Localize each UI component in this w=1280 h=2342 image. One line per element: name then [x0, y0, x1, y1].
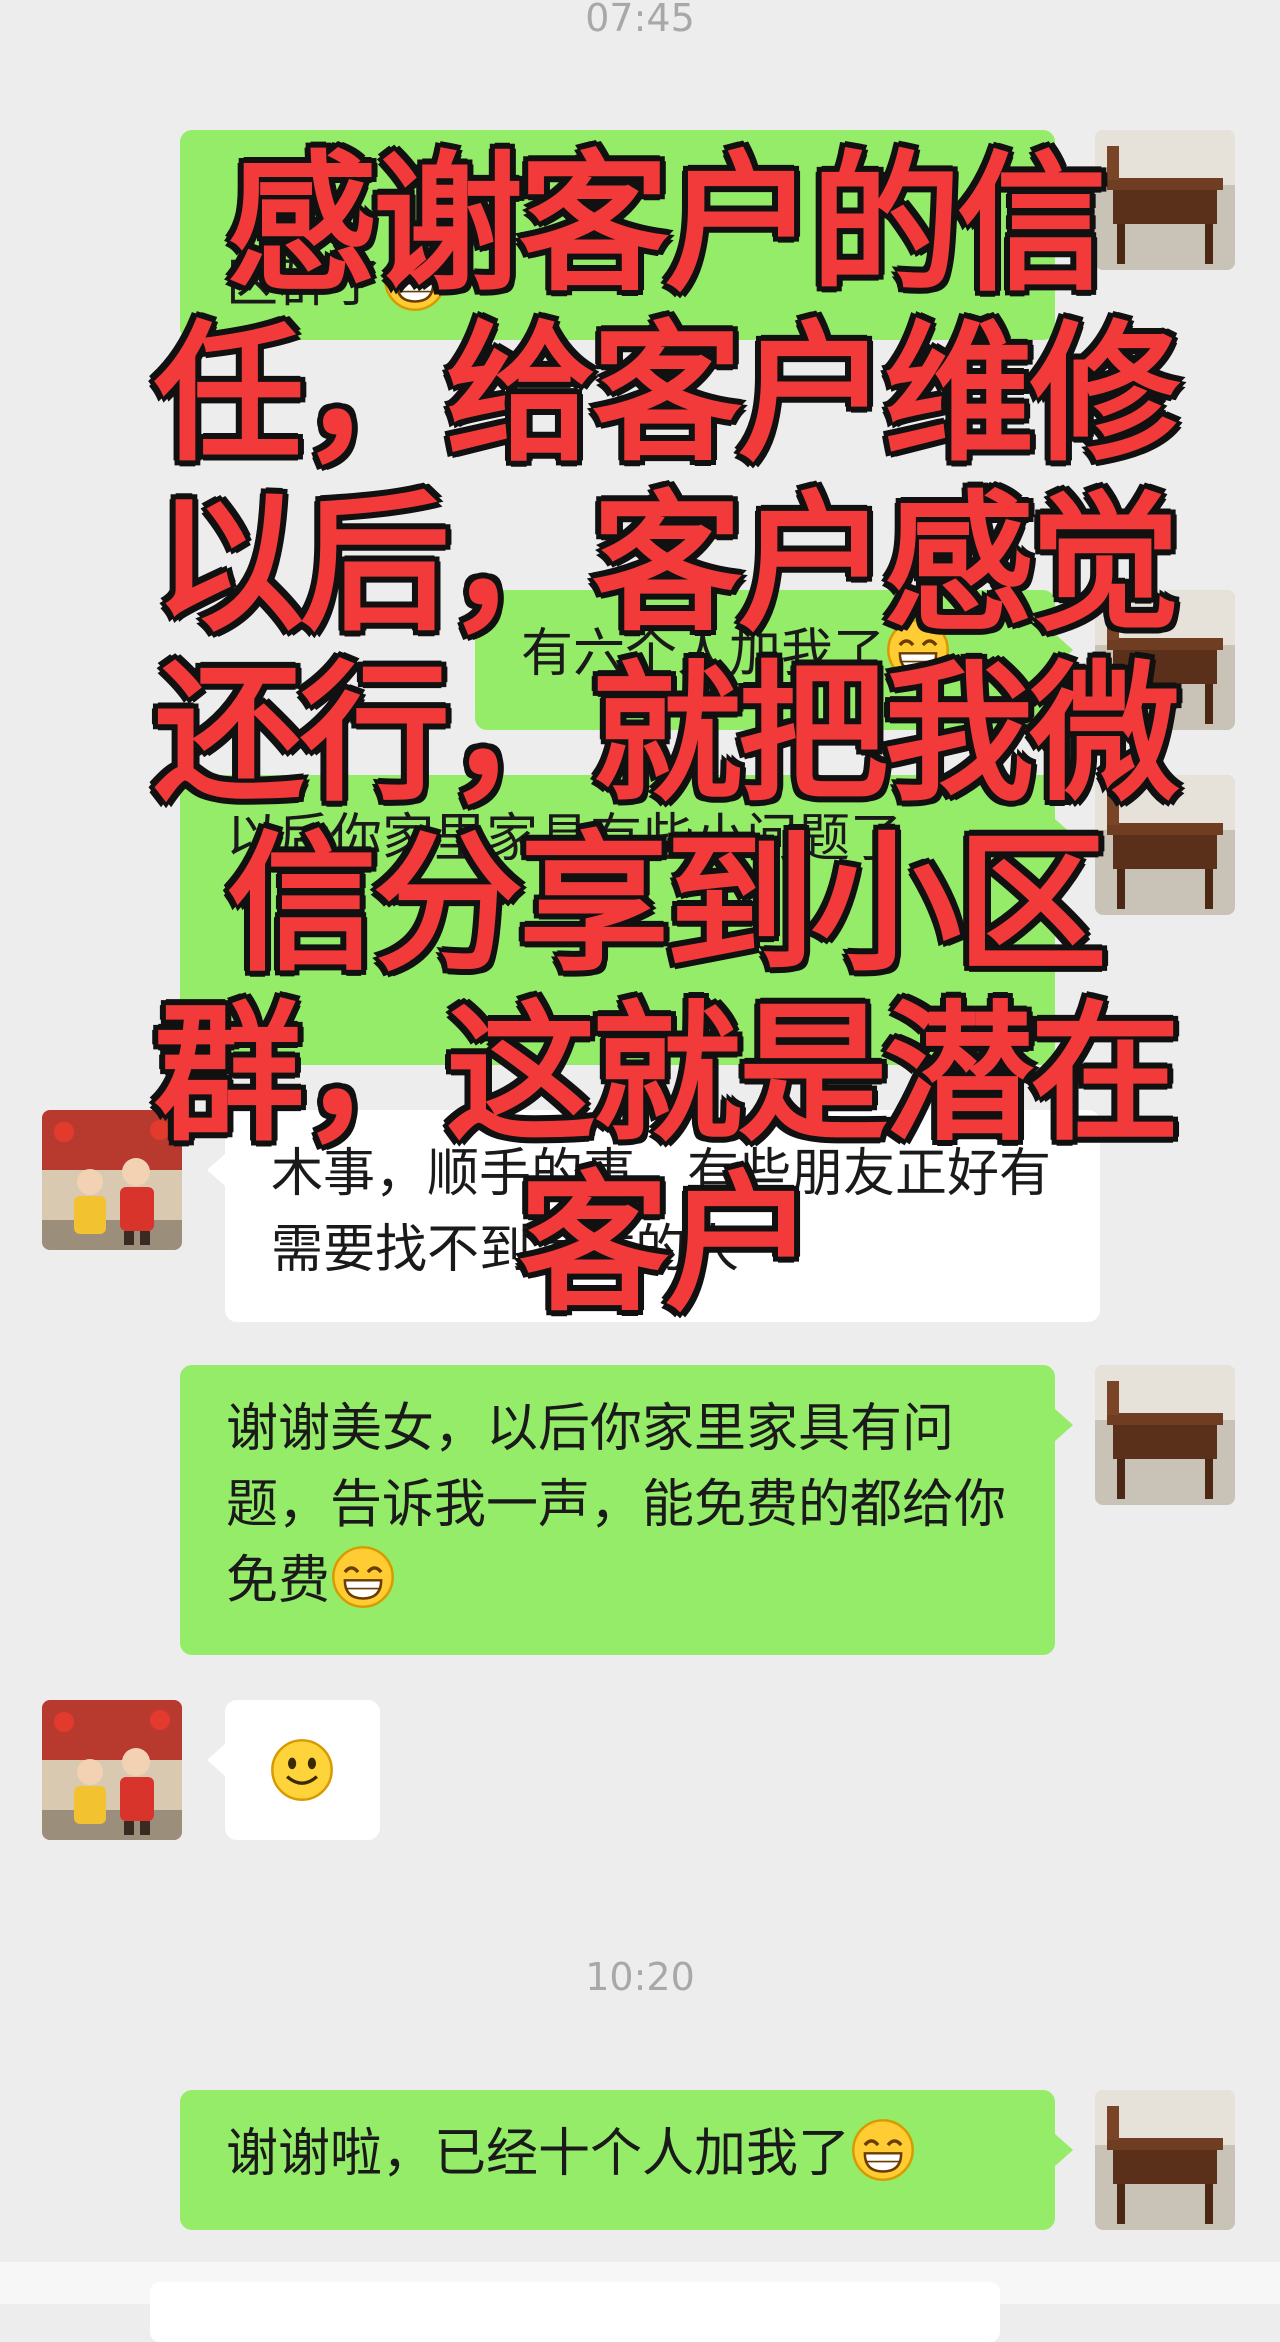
- message-input[interactable]: [150, 2282, 1000, 2342]
- message-bubble-sent[interactable]: 谢谢啦，已经十个人加我了: [180, 2090, 1073, 2230]
- my-avatar[interactable]: [1095, 1365, 1235, 1505]
- grin-emoji-icon: [330, 1544, 396, 1610]
- smile-emoji-icon: [269, 1737, 335, 1803]
- input-bar: [0, 2262, 1280, 2342]
- timestamp: 10:20: [585, 1955, 695, 1999]
- grin-emoji-icon: [850, 2117, 916, 2183]
- timestamp: 07:45: [585, 0, 695, 40]
- message-text: 谢谢啦，已经十个人加我了: [226, 2124, 851, 2184]
- my-avatar[interactable]: [1095, 2090, 1235, 2230]
- chat-view: 07:45 区群了 有六个人加我了 以后你家里家具有些小问题了 木事，顺手的事，…: [0, 0, 1280, 2342]
- message-bubble-received[interactable]: [207, 1700, 380, 1840]
- message-bubble-sent[interactable]: 谢谢美女，以后你家里家具有问题，告诉我一声，能免费的都给你免费: [180, 1365, 1073, 1655]
- contact-avatar[interactable]: [42, 1700, 182, 1840]
- overlay-caption: 感谢客户的信任，给客户维修以后，客户感觉还行，就把我微信分享到小区群，这就是潜在…: [153, 138, 1180, 1332]
